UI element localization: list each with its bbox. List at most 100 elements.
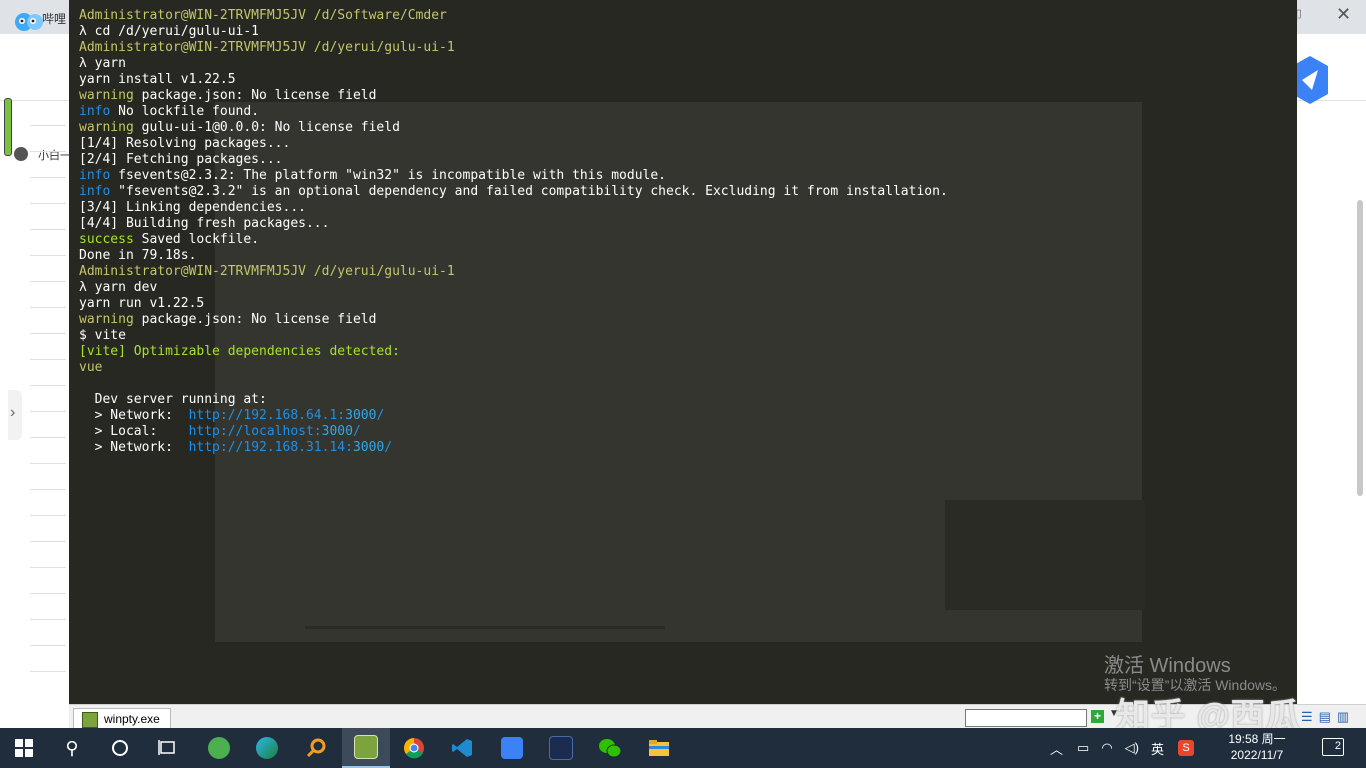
- window-close-icon[interactable]: ✕: [1336, 4, 1351, 25]
- terminal-line-segment: Saved lockfile.: [133, 232, 260, 247]
- terminal-line: info No lockfile found.: [79, 104, 948, 120]
- task-view-icon[interactable]: [144, 728, 192, 768]
- terminal-line-segment: /: [384, 440, 393, 455]
- terminal-line: warning gulu-ui-1@0.0.0: No license fiel…: [79, 120, 948, 136]
- wifi-icon[interactable]: ◠: [1101, 740, 1112, 756]
- terminal-line-segment: info: [79, 104, 111, 119]
- terminal-line: λ yarn dev: [79, 280, 948, 296]
- cmder-icon[interactable]: [342, 728, 390, 768]
- terminal-line-segment: [1/4] Resolving packages...: [79, 136, 291, 151]
- terminal-line-segment: fsevents@2.3.2: The platform "win32" is …: [110, 168, 667, 183]
- taskbar-clock[interactable]: 19:58 周一 2022/11/7: [1222, 731, 1292, 763]
- terminal-line-segment: warning: [79, 120, 134, 135]
- activate-windows-title: 激活 Windows: [1104, 655, 1231, 677]
- clock-time: 19:58 周一: [1228, 732, 1286, 746]
- ghost-progress-bar: [305, 626, 665, 629]
- terminal-line: [3/4] Linking dependencies...: [79, 200, 948, 216]
- magnifier-app-icon[interactable]: [292, 728, 340, 768]
- terminal-line: warning package.json: No license field: [79, 312, 948, 328]
- cortana-icon[interactable]: [96, 728, 144, 768]
- terminal-line-segment: [2/4] Fetching packages...: [79, 152, 283, 167]
- console-tab-label: winpty.exe: [104, 712, 160, 726]
- console-tab-winpty[interactable]: winpty.exe: [73, 708, 171, 730]
- terminal-line-segment: /: [376, 408, 385, 423]
- terminal-line-segment: > Local:: [79, 424, 189, 439]
- system-tray: ︿ ▭ ◠ ◁) 英 S: [1050, 728, 1194, 768]
- terminal-line: Administrator@WIN-2TRVMFMJ5JV /d/yerui/g…: [79, 264, 948, 280]
- terminal-line-segment: Administrator@WIN-2TRVMFMJ5JV /d/yerui/g…: [79, 40, 455, 55]
- wechat-icon[interactable]: [586, 728, 634, 768]
- vscode-icon[interactable]: [438, 728, 486, 768]
- terminal-line-segment: success: [79, 232, 134, 247]
- terminal-line-segment: 3000: [352, 440, 385, 455]
- terminal-line: [1/4] Resolving packages...: [79, 136, 948, 152]
- terminal-line-segment: $ vite: [79, 328, 126, 343]
- side-scroll-indicator: [4, 98, 12, 156]
- terminal-line-segment: warning: [79, 88, 134, 103]
- terminal-line-segment: "fsevents@2.3.2" is an optional dependen…: [110, 184, 948, 199]
- terminal-line-segment: 3000: [321, 424, 353, 439]
- terminal-line-segment: info: [79, 168, 111, 183]
- battery-icon[interactable]: ▭: [1077, 740, 1089, 756]
- bilibili-tab-icon: [15, 13, 43, 31]
- terminal-line-segment: http://192.168.31.14:: [188, 440, 353, 455]
- terminal-line-segment: [4/4] Building fresh packages...: [79, 216, 330, 231]
- terminal-line: > Network: http://192.168.31.14:3000/: [79, 440, 948, 456]
- terminal-line-segment: package.json: No license field: [133, 88, 377, 103]
- terminal-line: Done in 79.18s.: [79, 248, 948, 264]
- terminal-line: Administrator@WIN-2TRVMFMJ5JV /d/Softwar…: [79, 8, 948, 24]
- console-search-input[interactable]: [965, 709, 1087, 727]
- page-scrollbar[interactable]: [1357, 200, 1363, 496]
- notification-center-icon[interactable]: 2: [1322, 738, 1344, 756]
- windows-start-icon[interactable]: [0, 728, 48, 768]
- browser-tab-label[interactable]: 哔哩: [42, 10, 66, 27]
- chevron-right-icon[interactable]: ›: [10, 404, 15, 422]
- terminal-line-segment: Dev server running at:: [79, 392, 267, 407]
- terminal-line-segment: info: [79, 184, 111, 199]
- cmder-terminal-window[interactable]: Administrator@WIN-2TRVMFMJ5JV /d/Softwar…: [69, 0, 1297, 704]
- terminal-line: > Local: http://localhost:3000/: [79, 424, 948, 440]
- file-explorer-icon[interactable]: [635, 728, 683, 768]
- terminal-line: yarn install v1.22.5: [79, 72, 948, 88]
- 360-browser-icon[interactable]: [195, 728, 243, 768]
- chrome-icon[interactable]: [390, 728, 438, 768]
- terminal-line-segment: yarn run v1.22.5: [79, 296, 205, 311]
- terminal-line-segment: /: [352, 424, 361, 439]
- terminal-line: yarn run v1.22.5: [79, 296, 948, 312]
- feishu-icon[interactable]: [488, 728, 536, 768]
- terminal-line-segment: http://localhost:: [188, 424, 322, 439]
- volume-icon[interactable]: ◁): [1125, 740, 1139, 756]
- background-list-lines: [30, 125, 70, 697]
- terminal-line: vue: [79, 360, 948, 376]
- terminal-line-segment: Administrator@WIN-2TRVMFMJ5JV /d/yerui/g…: [79, 264, 455, 279]
- terminal-line-segment: λ yarn: [79, 56, 126, 71]
- edge-icon[interactable]: [243, 728, 291, 768]
- clock-date: 2022/11/7: [1230, 748, 1284, 762]
- terminal-line-segment: > Network:: [79, 440, 189, 455]
- sogou-ime-icon[interactable]: S: [1178, 740, 1194, 756]
- bookmark-icon: [14, 147, 28, 161]
- ghost-video-thumb: [945, 500, 1145, 610]
- ime-language-indicator[interactable]: 英: [1151, 739, 1164, 758]
- status-toolbar-icons[interactable]: ☰▤▥: [1301, 709, 1355, 725]
- terminal-line: info fsevents@2.3.2: The platform "win32…: [79, 168, 948, 184]
- terminal-line-segment: [3/4] Linking dependencies...: [79, 200, 306, 215]
- terminal-line-segment: gulu-ui-1@0.0.0: No license field: [133, 120, 400, 135]
- terminal-line-segment: warning: [79, 312, 134, 327]
- search-icon[interactable]: ⚲: [48, 728, 96, 768]
- terminal-line-segment: > Network:: [79, 408, 189, 423]
- terminal-line-segment: [vite] Optimizable dependencies detected…: [79, 344, 400, 359]
- terminal-line-segment: Administrator@WIN-2TRVMFMJ5JV /d/Softwar…: [79, 8, 447, 23]
- terminal-line: $ vite: [79, 328, 948, 344]
- tray-chevron-up-icon[interactable]: ︿: [1050, 739, 1063, 758]
- terminal-line: [vite] Optimizable dependencies detected…: [79, 344, 948, 360]
- new-console-add-icon[interactable]: +: [1091, 710, 1104, 723]
- terminal-line-segment: No lockfile found.: [110, 104, 260, 119]
- terminal-line: Dev server running at:: [79, 392, 948, 408]
- terminal-cat-icon[interactable]: [537, 728, 585, 768]
- windows-taskbar: ⚲ ︿ ▭ ◠ ◁) 英 S 19:58 周一 2022/11/7 2: [0, 728, 1366, 768]
- terminal-line: info "fsevents@2.3.2" is an optional dep…: [79, 184, 948, 200]
- terminal-line-segment: λ yarn dev: [79, 280, 158, 295]
- terminal-line-segment: vue: [79, 360, 103, 375]
